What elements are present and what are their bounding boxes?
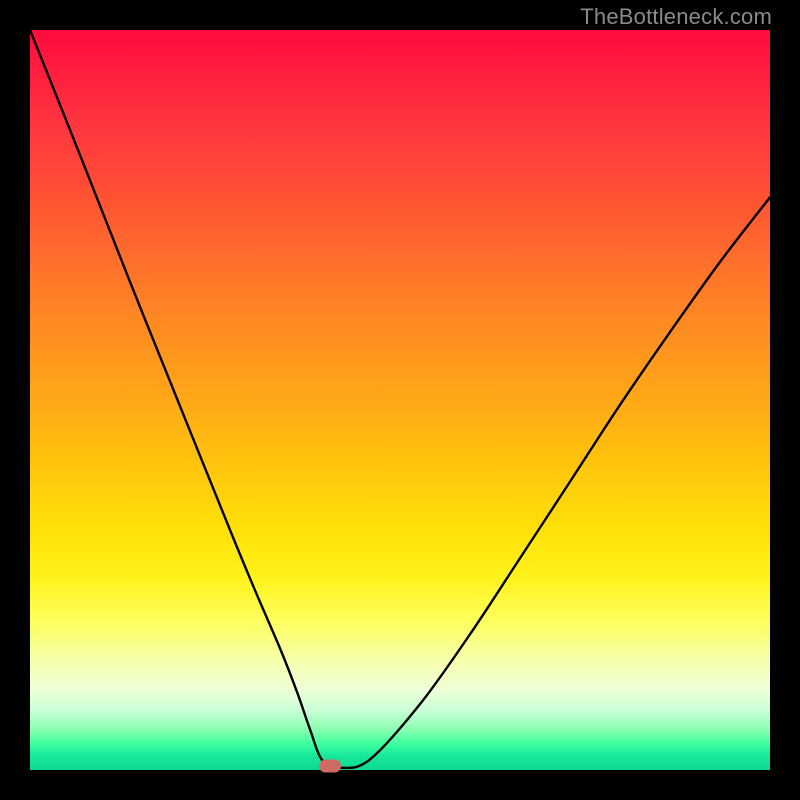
optimal-point-marker [319,759,341,772]
bottleneck-curve [30,30,770,770]
chart-frame: TheBottleneck.com [0,0,800,800]
plot-area [30,30,770,770]
watermark-text: TheBottleneck.com [580,4,772,30]
